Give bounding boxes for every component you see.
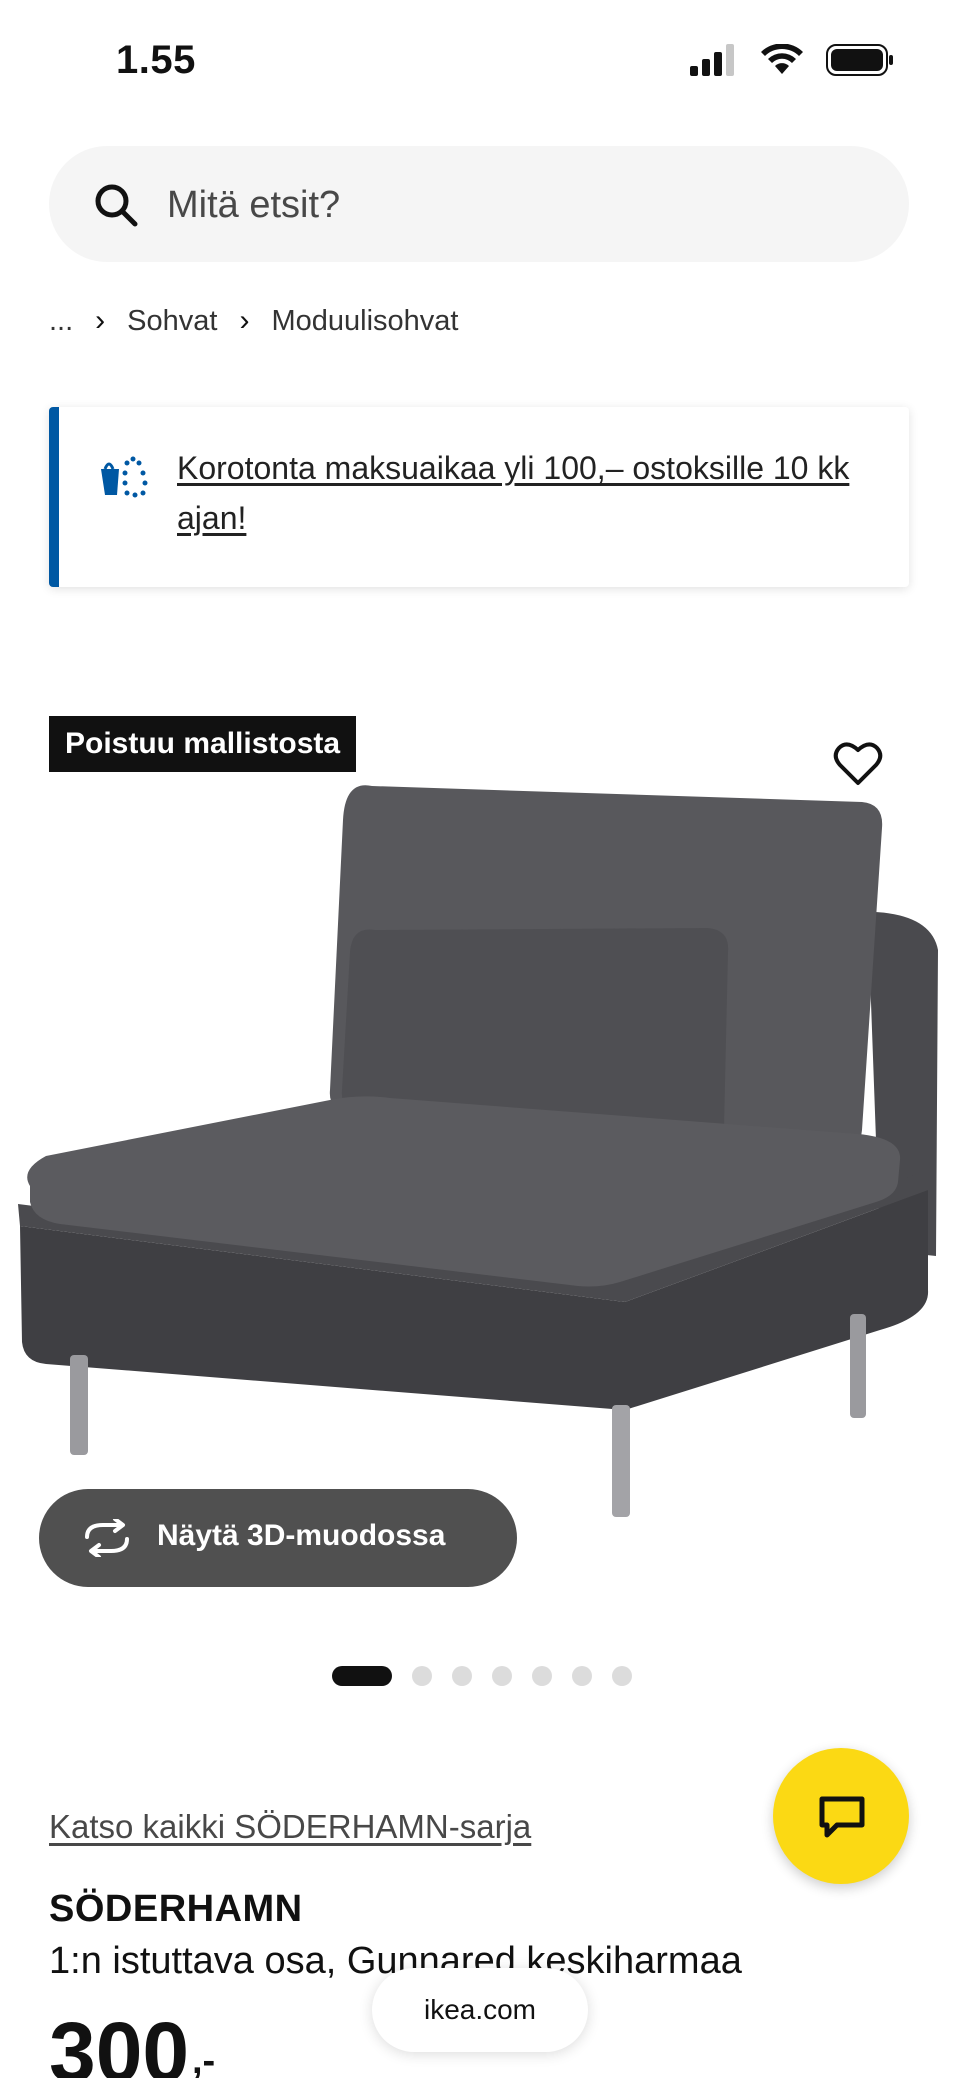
carousel-dot[interactable] [332,1666,392,1686]
payment-bag-icon [101,456,148,498]
carousel-dot[interactable] [452,1666,472,1686]
view-3d-label: Näytä 3D-muodossa [157,1519,446,1552]
series-link[interactable]: Katso kaikki SÖDERHAMN-sarja [49,1808,531,1846]
status-bar: 1.55 [0,0,960,130]
carousel-dot[interactable] [412,1666,432,1686]
promo-banner[interactable]: Korotonta maksuaikaa yli 100,– ostoksill… [49,407,909,587]
rotate-3d-icon [85,1519,129,1557]
breadcrumb: ... › Sohvat › Moduulisohvat [49,304,458,338]
carousel-dot[interactable] [572,1666,592,1686]
promo-banner-text[interactable]: Korotonta maksuaikaa yli 100,– ostoksill… [177,443,897,543]
status-time: 1.55 [116,38,196,82]
product-price-suffix: ,- [192,2040,216,2078]
chevron-right-icon: › [239,304,250,337]
search-input[interactable]: Mitä etsit? [49,146,909,262]
search-placeholder: Mitä etsit? [167,184,341,226]
browser-url-pill[interactable]: ikea.com [372,1968,588,2052]
breadcrumb-item-sohvat[interactable]: Sohvat [127,305,217,338]
breadcrumb-ellipsis[interactable]: ... [49,305,73,338]
chevron-right-icon: › [95,304,106,337]
heart-icon[interactable] [832,738,884,790]
browser-url: ikea.com [423,1994,537,2025]
carousel-dot[interactable] [492,1666,512,1686]
chat-bubble-icon [819,1796,865,1838]
carousel-dot[interactable] [532,1666,552,1686]
cellular-signal-icon [690,44,734,76]
search-icon [95,184,138,227]
product-name: SÖDERHAMN [49,1888,303,1930]
breadcrumb-item-moduulisohvat[interactable]: Moduulisohvat [271,305,458,338]
discontinued-badge: Poistuu mallistosta [49,716,357,772]
wifi-icon [761,44,803,74]
chat-button[interactable] [773,1748,909,1884]
image-carousel-indicator[interactable] [332,1666,632,1686]
carousel-dot[interactable] [612,1666,632,1686]
view-3d-button[interactable]: Näytä 3D-muodossa [39,1489,517,1587]
status-icons [690,44,894,76]
product-price: 300 [49,2005,190,2078]
battery-icon [826,44,893,76]
